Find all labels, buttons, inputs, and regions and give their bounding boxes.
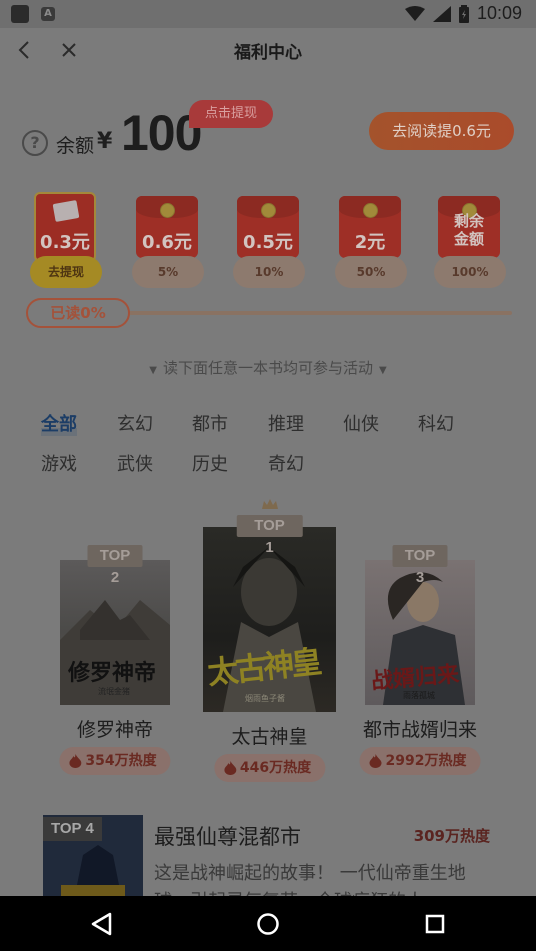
tab-dushi[interactable]: 都市 <box>192 410 228 436</box>
cover-title: 修罗神帝 <box>68 661 157 686</box>
envelope-progress: 5% <box>132 256 204 288</box>
book-cover: TOP 4 <box>43 815 143 905</box>
coin-icon <box>261 203 276 218</box>
system-back-button[interactable] <box>86 909 116 939</box>
cover-author: 雨落孤城 <box>403 691 435 700</box>
balance-label: 余额 <box>56 135 95 157</box>
envelope-row: 0.3元 去提现 0.6元 5% 0.5元 10% 2元 50% 剩余 金额 1… <box>0 190 536 300</box>
rank-badge: TOP 3 <box>392 545 448 586</box>
tab-wuxia[interactable]: 武侠 <box>117 450 153 476</box>
envelope-progress: 10% <box>233 256 305 288</box>
flame-icon <box>223 761 236 775</box>
envelope-amount: 0.6元 <box>142 232 192 253</box>
envelope-progress: 50% <box>335 256 407 288</box>
heat-label: 309万热度 <box>413 827 490 845</box>
rank-badge: TOP 1 <box>236 515 303 556</box>
triangle-down-icon: ▼ <box>149 365 157 376</box>
envelope-amount: 0.3元 <box>40 232 90 253</box>
tab-all[interactable]: 全部 <box>41 410 77 436</box>
triangle-back-icon <box>91 912 112 936</box>
battery-icon <box>458 4 469 23</box>
rank-badge: TOP 2 <box>87 545 143 586</box>
progress-label: 已读0% <box>26 298 130 328</box>
coin-icon <box>160 203 175 218</box>
withdraw-now-button[interactable]: 去提现 <box>30 256 102 288</box>
system-recents-button[interactable] <box>420 909 450 939</box>
nav-bar: 福利中心 <box>0 28 536 72</box>
circle-home-icon <box>257 913 279 935</box>
heat-badge: 446万热度 <box>213 754 326 782</box>
square-recents-icon <box>425 914 445 934</box>
tab-xianxia[interactable]: 仙侠 <box>343 410 379 436</box>
heat-badge: 2992万热度 <box>359 747 481 775</box>
clock: 10:09 <box>476 3 522 23</box>
system-nav-bar <box>0 896 536 951</box>
book-title: 都市战婿归来 <box>362 719 477 741</box>
envelope-amount: 2元 <box>354 232 386 253</box>
tab-lishi[interactable]: 历史 <box>192 450 228 476</box>
progress-track <box>116 311 512 315</box>
flame-icon <box>69 754 82 768</box>
wifi-icon <box>404 5 425 21</box>
app-a-icon: A <box>41 7 55 21</box>
heat-badge: 354万热度 <box>59 747 171 775</box>
tab-youxi[interactable]: 游戏 <box>41 450 77 476</box>
tab-qihuan[interactable]: 奇幻 <box>268 450 304 476</box>
notification-icon <box>11 5 29 23</box>
activity-hint: ▼ 读下面任意一本书均可参与活动 ▼ <box>149 359 387 377</box>
tab-tuili[interactable]: 推理 <box>268 410 304 436</box>
reading-progress: 已读0% <box>26 298 512 328</box>
help-icon[interactable]: ? <box>22 130 48 156</box>
currency-symbol: ¥ <box>97 129 113 154</box>
book-title: 修罗神帝 <box>76 719 153 741</box>
book-title: 太古神皇 <box>231 726 308 748</box>
triangle-down-icon: ▼ <box>379 365 387 376</box>
flame-icon <box>369 754 382 768</box>
system-home-button[interactable] <box>253 909 283 939</box>
page-title: 福利中心 <box>234 43 302 63</box>
withdraw-tag-button[interactable]: 点击提现 <box>189 100 274 128</box>
envelope-amount: 0.5元 <box>243 232 293 253</box>
crown-icon <box>261 499 278 509</box>
signal-icon <box>432 5 451 22</box>
list-item[interactable]: TOP 4 最强仙尊混都市 309万热度 这是战神崛起的故事！ 一代仙帝重生地球… <box>43 815 513 912</box>
remaining-amount-label: 剩余 金额 <box>453 212 484 248</box>
read-to-withdraw-button[interactable]: 去阅读提0.6元 <box>369 112 514 150</box>
envelope-progress: 100% <box>434 256 506 288</box>
tab-xuanhuan[interactable]: 玄幻 <box>117 410 153 436</box>
rank-badge: TOP 4 <box>43 817 102 841</box>
cover-author: 烟雨鱼子酱 <box>245 694 285 703</box>
coin-icon <box>363 203 378 218</box>
cover-author: 流氓金猪 <box>98 687 130 696</box>
balance-section: ? 余额 ¥ 100 点击提现 去阅读提0.6元 <box>0 100 536 161</box>
tab-kehuan[interactable]: 科幻 <box>418 410 454 436</box>
top-books: 修罗神帝 流氓金猪 TOP 2 修罗神帝 354万热度 太古神皇 烟雨鱼子酱 T… <box>0 499 536 800</box>
status-bar: A 10:09 <box>0 0 536 28</box>
book-title: 最强仙尊混都市 <box>154 825 301 849</box>
